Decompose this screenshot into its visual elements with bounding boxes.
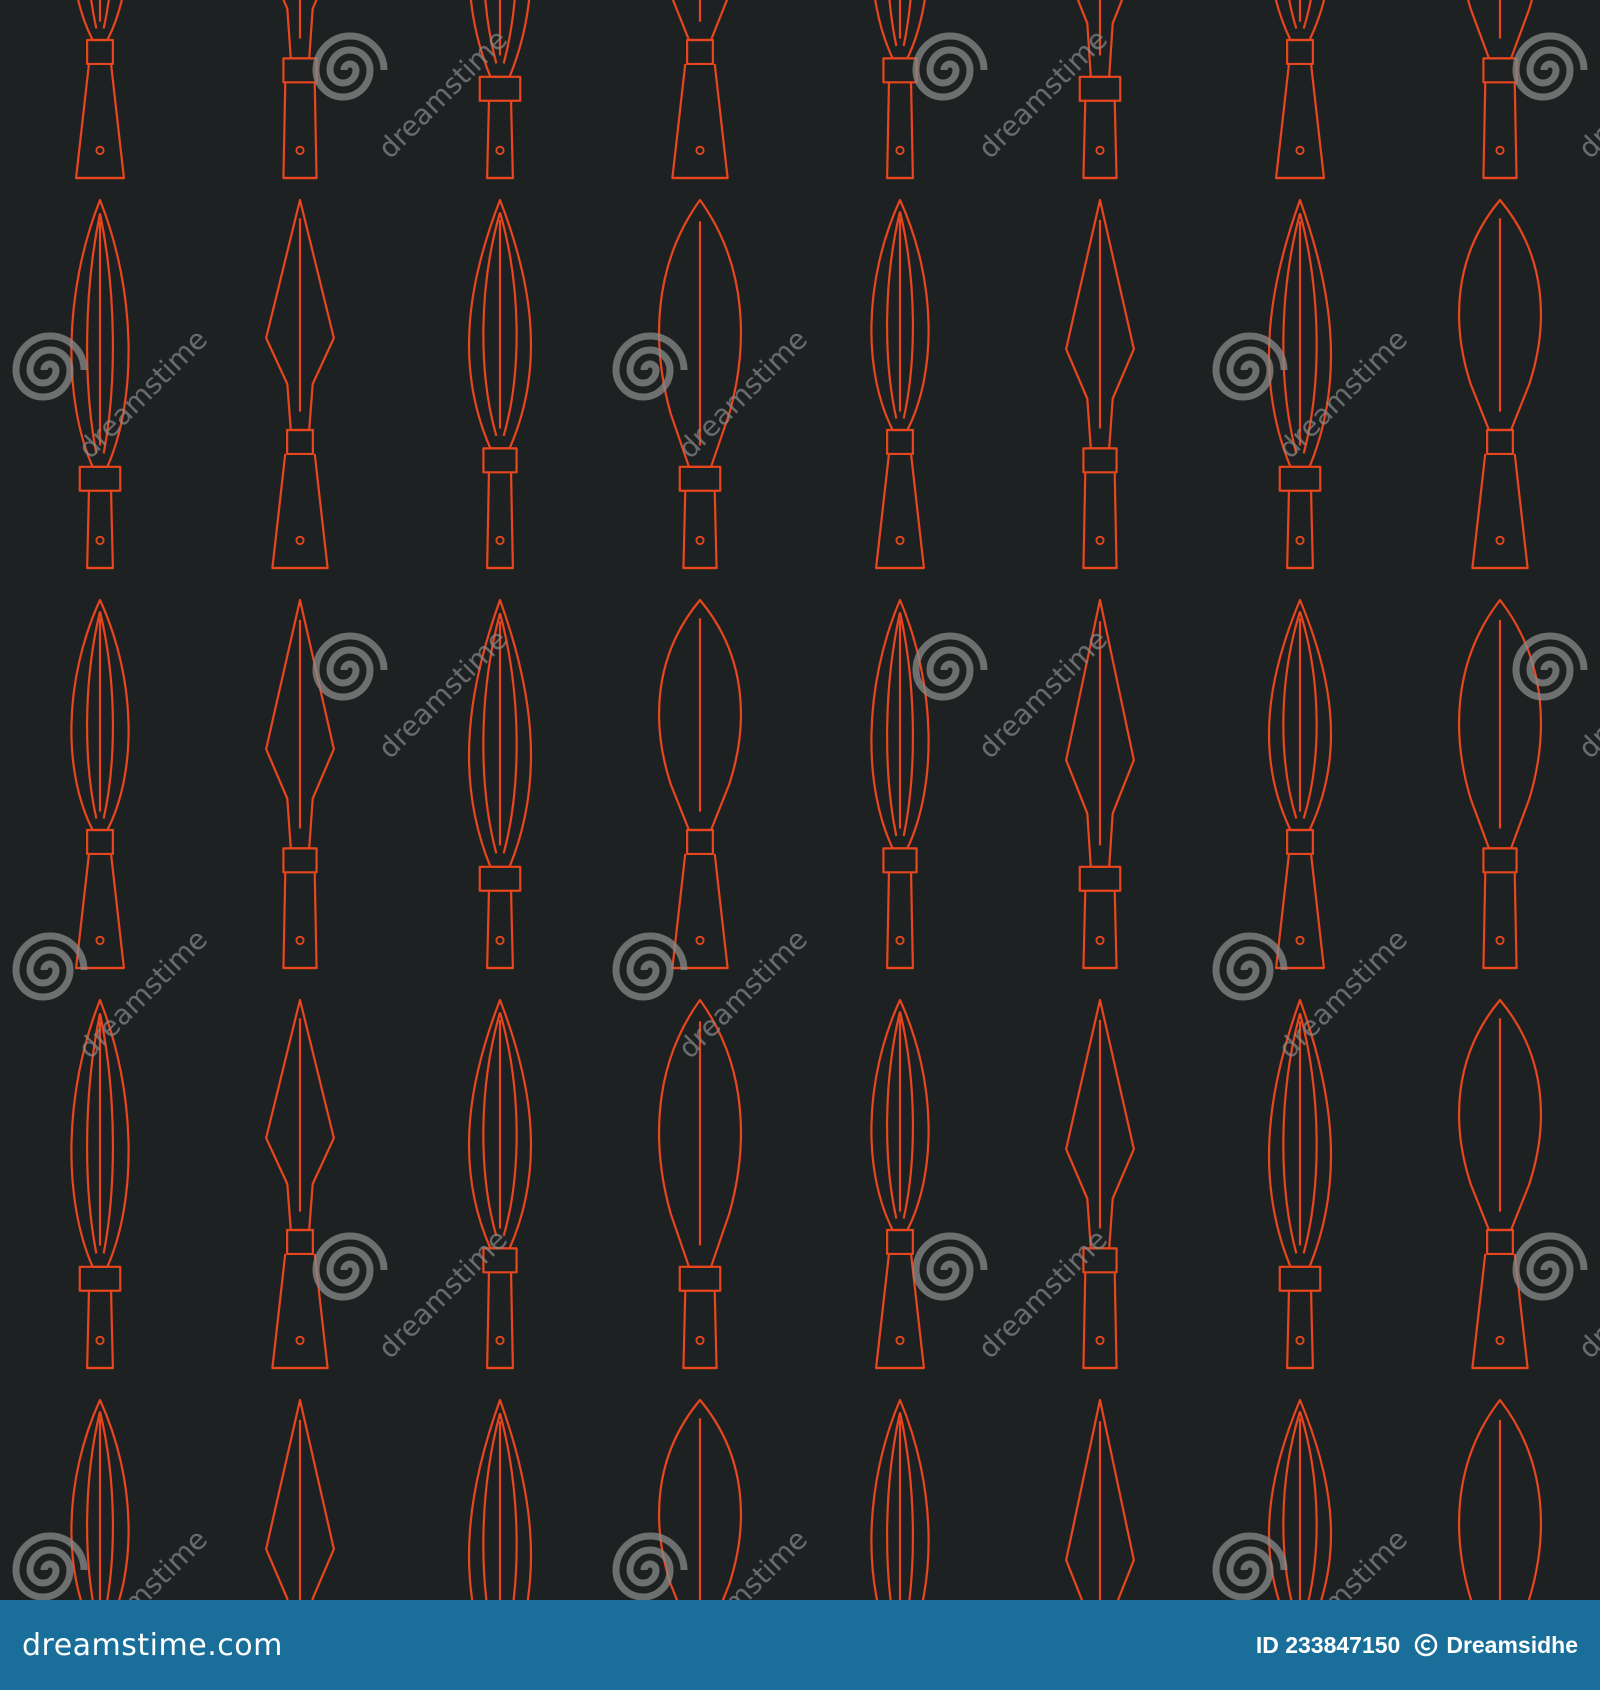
spearhead xyxy=(657,998,743,1370)
footer-info: ID 233847150 Dreamsidhe xyxy=(1256,1632,1578,1659)
spearhead xyxy=(1065,998,1135,1370)
spearhead xyxy=(70,998,130,1370)
spearhead xyxy=(1457,1398,1543,1600)
spearhead xyxy=(1267,598,1333,970)
spearhead xyxy=(657,1398,743,1600)
stock-image-page: dreamstime dreamstime dreamstime dreamstime… xyxy=(0,0,1600,1690)
spearhead xyxy=(265,1398,335,1600)
author-name: Dreamsidhe xyxy=(1446,1631,1578,1658)
spearhead xyxy=(1457,998,1543,1370)
spearhead xyxy=(467,1398,533,1600)
brand-text: dreamstime.com xyxy=(22,1627,283,1663)
spearhead xyxy=(70,198,130,570)
spearhead xyxy=(1457,198,1543,570)
spearhead xyxy=(657,198,743,570)
author-credit[interactable]: Dreamsidhe xyxy=(1414,1632,1578,1659)
spearhead xyxy=(1274,0,1326,180)
spearhead xyxy=(265,598,335,970)
footer-bar: dreamstime.com ID 233847150 Dreamsidhe xyxy=(0,1600,1600,1690)
spearhead xyxy=(1267,998,1333,1370)
spearhead-pattern xyxy=(70,0,1543,1600)
spearhead xyxy=(1467,0,1533,180)
spearhead xyxy=(1065,1398,1135,1600)
spearhead xyxy=(1076,0,1124,180)
copyright-icon xyxy=(1415,1633,1438,1657)
spearhead xyxy=(870,998,930,1370)
spearhead xyxy=(870,198,930,570)
spearhead xyxy=(467,998,533,1370)
spearhead xyxy=(74,0,126,180)
spearhead xyxy=(467,598,533,970)
spearhead xyxy=(1065,598,1135,970)
spearhead xyxy=(265,998,335,1370)
spearhead xyxy=(1457,598,1543,970)
spearhead xyxy=(265,198,335,570)
spearhead xyxy=(282,0,318,180)
spearhead xyxy=(1267,198,1333,570)
spearhead xyxy=(469,0,531,180)
spearhead xyxy=(870,598,930,970)
spearhead xyxy=(657,598,743,970)
spearhead xyxy=(70,1398,130,1600)
image-id: ID 233847150 xyxy=(1255,1631,1401,1658)
spearhead xyxy=(467,198,533,570)
footer-brand[interactable]: dreamstime.com xyxy=(22,1628,283,1663)
spearhead xyxy=(870,1398,930,1600)
spearhead xyxy=(1267,1398,1333,1600)
spearhead xyxy=(671,0,729,180)
spearhead xyxy=(1065,198,1135,570)
spearhead xyxy=(874,0,926,180)
spearhead xyxy=(70,598,130,970)
